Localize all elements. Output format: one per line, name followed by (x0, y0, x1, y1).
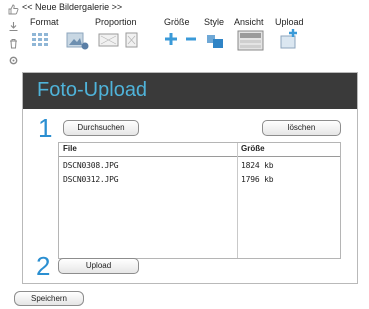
table-header-divider (59, 156, 340, 157)
size-column-header: Größe (241, 144, 265, 153)
browse-button[interactable]: Durchsuchen (63, 120, 139, 136)
gallery-next-link[interactable]: >> (112, 2, 123, 12)
format-image-button[interactable] (65, 29, 91, 51)
delete-button[interactable]: löschen (262, 120, 341, 136)
table-row-size: 1824 kb (241, 161, 274, 170)
table-column-divider (237, 143, 238, 258)
file-table: File Größe DSCN0308.JPG 1824 kb DSCN0312… (58, 142, 341, 259)
style-label: Style (204, 17, 225, 27)
view-label: Ansicht (234, 17, 264, 27)
proportion-portrait-button[interactable] (124, 30, 140, 50)
size-increase-icon[interactable] (163, 31, 179, 47)
trash-icon[interactable] (8, 36, 19, 49)
upload-label: Upload (275, 17, 304, 27)
gallery-nav: << Neue Bildergalerie >> (22, 2, 122, 12)
dialog-title: Foto-Upload (37, 79, 148, 101)
view-button[interactable] (237, 30, 265, 52)
download-icon[interactable] (8, 19, 19, 32)
proportion-landscape-button[interactable] (98, 32, 120, 48)
file-column-header: File (63, 144, 77, 153)
proportion-label: Proportion (95, 17, 137, 27)
save-button[interactable]: Speichern (14, 291, 84, 306)
size-decrease-icon[interactable] (184, 31, 198, 47)
dialog-header: Foto-Upload (23, 73, 357, 109)
step-2-number: 2 (36, 251, 51, 281)
table-row-file[interactable]: DSCN0308.JPG (63, 160, 119, 171)
table-row-size: 1796 kb (241, 175, 274, 184)
style-button[interactable] (205, 30, 225, 50)
upload-add-icon[interactable] (279, 28, 299, 50)
gallery-prev-link[interactable]: << (22, 2, 33, 12)
settings-icon[interactable] (8, 53, 19, 65)
like-icon[interactable] (8, 2, 19, 15)
gallery-title: Neue Bildergalerie (35, 2, 110, 12)
step-1-number: 1 (38, 113, 53, 143)
upload-button[interactable]: Upload (58, 258, 139, 274)
table-row-file[interactable]: DSCN0312.JPG (63, 174, 119, 185)
size-label: Größe (164, 17, 190, 27)
format-label: Format (30, 17, 59, 27)
format-grid-button[interactable] (30, 30, 58, 50)
